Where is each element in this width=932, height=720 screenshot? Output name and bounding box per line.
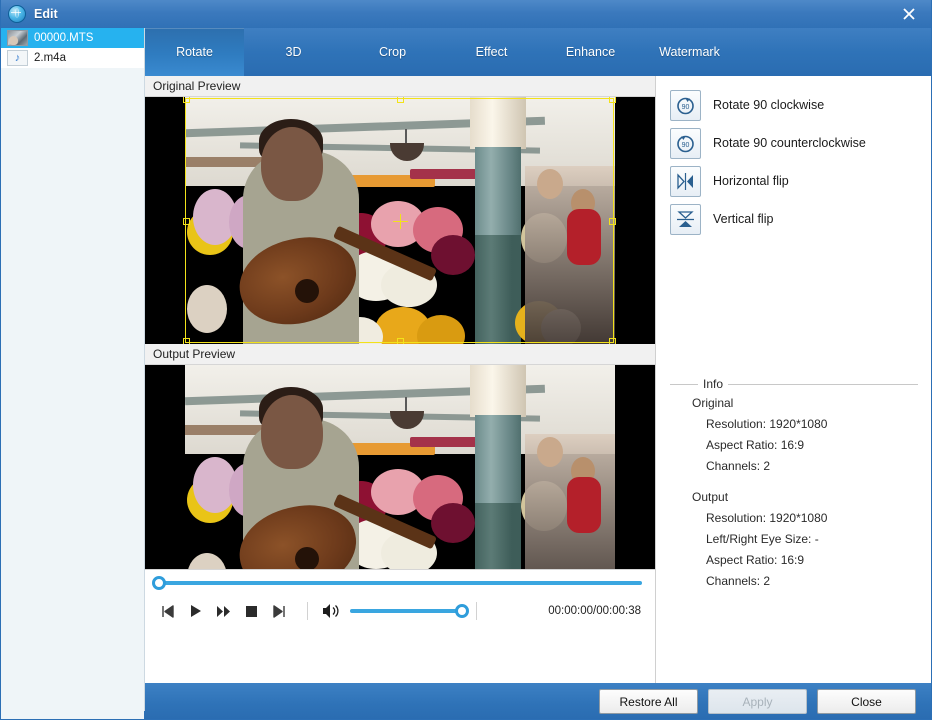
seek-track[interactable] [152, 575, 642, 590]
volume-handle[interactable] [455, 604, 469, 618]
stop-icon[interactable] [237, 597, 265, 625]
content-area: Original Preview Output Preview 00:00:00… [145, 76, 932, 683]
rotate-cw-90-icon: 90 [670, 89, 701, 121]
original-preview-video[interactable] [145, 97, 655, 344]
footer-bar: Restore All Apply Close [145, 683, 932, 720]
svg-text:90: 90 [682, 104, 690, 111]
preview-column: Original Preview Output Preview 00:00:00… [145, 76, 656, 683]
tab-crop[interactable]: Crop [343, 28, 442, 76]
horizontal-flip-icon [670, 165, 701, 197]
info-output-heading: Output [692, 490, 729, 504]
info-output-channels: Channels: 2 [706, 574, 771, 588]
app-globe-icon [8, 5, 26, 23]
info-original-aspect-ratio: Aspect Ratio: 16:9 [706, 438, 805, 452]
skip-next-icon[interactable] [265, 597, 293, 625]
list-item-label: 00000.MTS [34, 32, 94, 44]
option-label: Vertical flip [713, 212, 774, 226]
option-label: Rotate 90 clockwise [713, 98, 825, 112]
list-item[interactable]: ♪ 2.m4a [1, 48, 144, 68]
tab-rotate[interactable]: Rotate [145, 28, 244, 76]
original-video-frame [185, 97, 615, 344]
apply-button: Apply [708, 689, 807, 714]
list-item-label: 2.m4a [34, 52, 66, 64]
divider [476, 602, 477, 620]
skip-previous-icon[interactable] [153, 597, 181, 625]
info-group: Info Original Resolution: 1920*1080 Aspe… [670, 377, 918, 588]
player-controls: 00:00:00/00:00:38 [145, 594, 655, 628]
rotate-90-clockwise-button[interactable]: 90 Rotate 90 clockwise [670, 89, 932, 121]
rotate-ccw-90-icon: 90 [670, 127, 701, 159]
vertical-flip-button[interactable]: Vertical flip [670, 203, 932, 235]
option-label: Horizontal flip [713, 174, 789, 188]
edit-window: Edit 00000.MTS ♪ 2.m4a Rotate 3D Crop Ef… [0, 0, 932, 720]
list-item[interactable]: 00000.MTS [1, 28, 144, 48]
play-icon[interactable] [181, 597, 209, 625]
svg-text:90: 90 [682, 142, 690, 149]
tab-bar: Rotate 3D Crop Effect Enhance Watermark [145, 28, 932, 76]
music-note-icon: ♪ [7, 50, 28, 66]
speaker-icon[interactable] [322, 602, 342, 620]
title-bar: Edit [0, 0, 932, 29]
seek-bar[interactable] [145, 569, 655, 596]
info-legend: Info [698, 377, 729, 391]
close-icon[interactable] [886, 0, 932, 28]
fast-forward-icon[interactable] [209, 597, 237, 625]
rotate-options-list: 90 Rotate 90 clockwise 90 Rotate 90 coun… [656, 76, 932, 235]
window-title: Edit [34, 7, 58, 21]
tab-watermark[interactable]: Watermark [640, 28, 739, 76]
original-preview-header: Original Preview [145, 76, 655, 97]
restore-all-button[interactable]: Restore All [599, 689, 698, 714]
option-label: Rotate 90 counterclockwise [713, 136, 866, 150]
video-thumbnail [7, 30, 28, 46]
horizontal-flip-button[interactable]: Horizontal flip [670, 165, 932, 197]
vertical-flip-icon [670, 203, 701, 235]
timecode-label: 00:00:00/00:00:38 [548, 605, 641, 617]
divider [307, 602, 308, 620]
close-button[interactable]: Close [817, 689, 916, 714]
video-scene [185, 97, 615, 344]
file-list-sidebar: 00000.MTS ♪ 2.m4a [1, 28, 145, 720]
window-border-left [0, 0, 1, 720]
seek-handle[interactable] [152, 575, 166, 590]
info-original-channels: Channels: 2 [706, 459, 771, 473]
volume-slider[interactable] [350, 604, 469, 618]
info-output-resolution: Resolution: 1920*1080 [706, 511, 828, 525]
info-original-resolution: Resolution: 1920*1080 [706, 417, 828, 431]
info-original-heading: Original [692, 396, 734, 410]
tab-3d[interactable]: 3D [244, 28, 343, 76]
output-preview-header: Output Preview [145, 344, 655, 365]
tab-effect[interactable]: Effect [442, 28, 541, 76]
tab-enhance[interactable]: Enhance [541, 28, 640, 76]
info-output-eye-size: Left/Right Eye Size: - [706, 532, 819, 546]
sidebar-empty-space [1, 68, 144, 720]
rotate-90-counterclockwise-button[interactable]: 90 Rotate 90 counterclockwise [670, 127, 932, 159]
info-output-aspect-ratio: Aspect Ratio: 16:9 [706, 553, 805, 567]
options-panel: 90 Rotate 90 clockwise 90 Rotate 90 coun… [656, 76, 932, 683]
